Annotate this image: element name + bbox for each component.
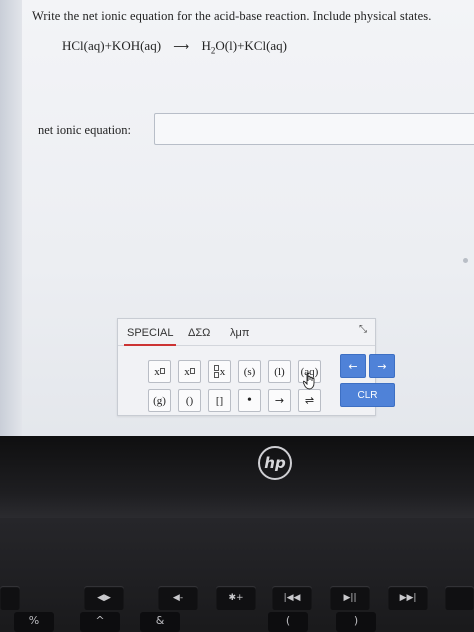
fkey-volume-mute: ◀▶ (84, 586, 124, 610)
superscript-button[interactable]: x (148, 360, 171, 383)
reaction-arrow-button[interactable]: → (268, 389, 291, 412)
scroll-dot (463, 258, 468, 263)
hand-cursor-icon (303, 372, 315, 390)
equilibrium-arrow-button[interactable]: ⇌ (298, 389, 321, 412)
net-ionic-label: net ionic equation: (38, 123, 132, 137)
fkey-previous-track: |◀◀ (272, 586, 312, 610)
product-prefix: H (201, 38, 211, 53)
cursor-right-button[interactable]: → (369, 354, 395, 378)
laptop-bezel (0, 436, 474, 518)
fkey-left-edge (0, 586, 20, 610)
dot-button[interactable]: • (238, 389, 261, 412)
key-7-ampersand: & (140, 612, 180, 632)
palette-collapse-icon[interactable]: ⤡ (359, 324, 367, 335)
keyboard-area (0, 518, 474, 630)
fkey-extra (445, 586, 474, 610)
hp-logo: hp (258, 446, 292, 480)
fkey-brightness-up: ✱+ (216, 586, 256, 610)
tab-greek-upper[interactable]: ΔΣΩ (188, 327, 210, 339)
palette-tabs: SPECIAL ΔΣΩ λμπ ⤡ (118, 319, 375, 346)
liquid-state-button[interactable]: (l) (268, 360, 291, 383)
cursor-left-button[interactable]: ← (340, 354, 366, 378)
product-rest: O(l)+KCl(aq) (215, 38, 288, 53)
net-ionic-answer-field[interactable] (154, 113, 474, 145)
chemistry-palette: SPECIAL ΔΣΩ λμπ ⤡ x x x (s) (l) (aq) (g)… (117, 318, 376, 416)
brackets-button[interactable]: [] (208, 389, 231, 412)
key-5-percent: % (14, 612, 54, 632)
reaction-arrow: ⟶ (173, 40, 190, 53)
subscript-button[interactable]: x (178, 360, 201, 383)
reactants: HCl(aq)+KOH(aq) (62, 38, 162, 53)
pre-subscript-button[interactable]: x (208, 360, 231, 383)
parentheses-button[interactable]: () (178, 389, 201, 412)
gas-state-button[interactable]: (g) (148, 389, 171, 412)
tab-greek-lower[interactable]: λμπ (230, 327, 249, 339)
clear-button[interactable]: CLR (340, 383, 395, 407)
fkey-next-track: ▶▶| (388, 586, 428, 610)
tab-special[interactable]: SPECIAL (123, 327, 177, 346)
screen: Write the net ionic equation for the aci… (0, 0, 474, 436)
key-0-paren: ) (336, 612, 376, 632)
screen-edge (0, 0, 22, 436)
question-prompt: Write the net ionic equation for the aci… (32, 9, 432, 23)
key-6-caret: ^ (80, 612, 120, 632)
fkey-volume-down: ◀- (158, 586, 198, 610)
chemical-equation: HCl(aq)+KOH(aq) ⟶ H2O(l)+KCl(aq) (62, 38, 287, 56)
solid-state-button[interactable]: (s) (238, 360, 261, 383)
fkey-play-pause: ▶|| (330, 586, 370, 610)
key-9-paren: ( (268, 612, 308, 632)
